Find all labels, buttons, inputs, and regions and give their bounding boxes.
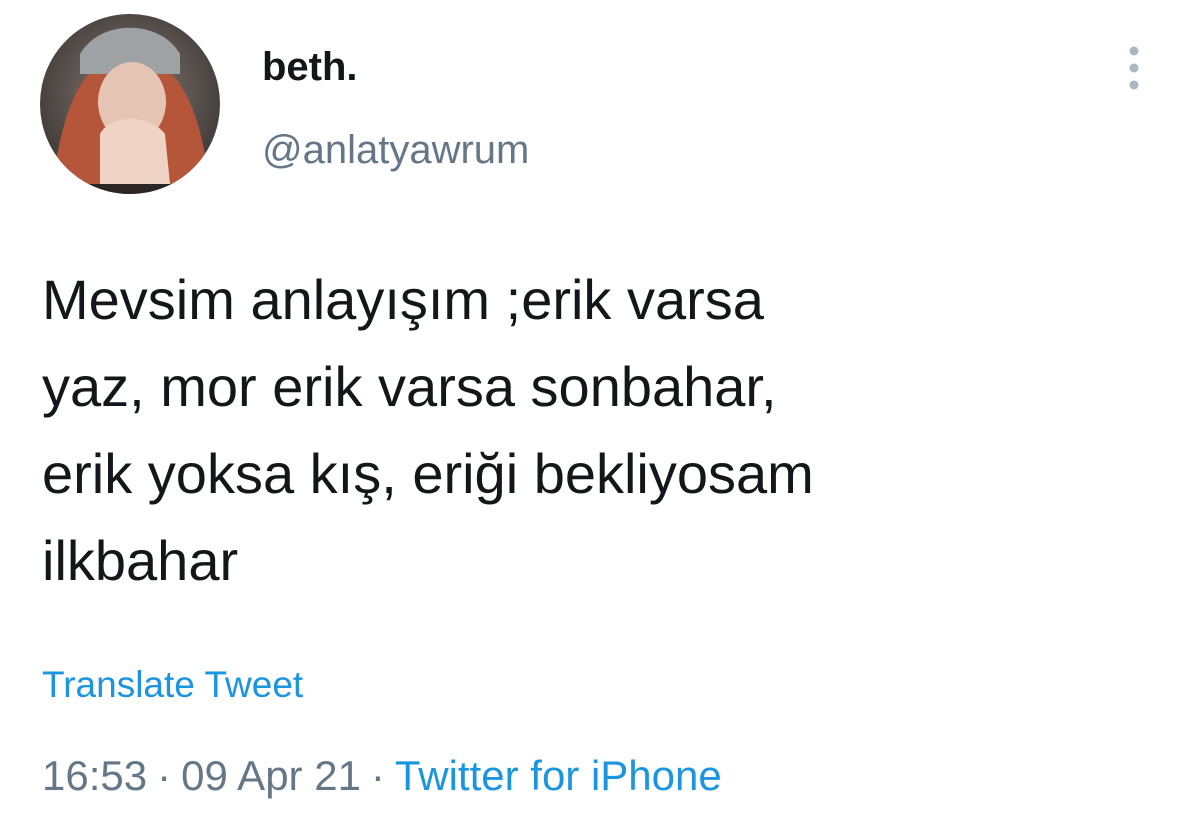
tweet-date[interactable]: 09 Apr 21 [181, 752, 361, 799]
tweet-card: beth. @anlatyawrum Mevsim anlayışım ;eri… [0, 0, 1200, 825]
tweet-meta: 16:53 · 09 Apr 21 · Twitter for iPhone [42, 752, 722, 800]
more-options-button[interactable] [1116, 38, 1152, 98]
avatar[interactable] [40, 14, 220, 194]
display-name[interactable]: beth. [262, 45, 358, 90]
tweet-source-link[interactable]: Twitter for iPhone [395, 752, 722, 799]
translate-tweet-link[interactable]: Translate Tweet [42, 664, 303, 706]
user-handle[interactable]: @anlatyawrum [262, 128, 529, 173]
more-vertical-icon [1129, 46, 1139, 90]
meta-separator: · [370, 752, 385, 799]
tweet-text: Mevsim anlayışım ;erik varsa yaz, mor er… [42, 268, 814, 592]
tweet-time[interactable]: 16:53 [42, 752, 147, 799]
meta-separator: · [157, 752, 172, 799]
avatar-image [40, 14, 220, 194]
